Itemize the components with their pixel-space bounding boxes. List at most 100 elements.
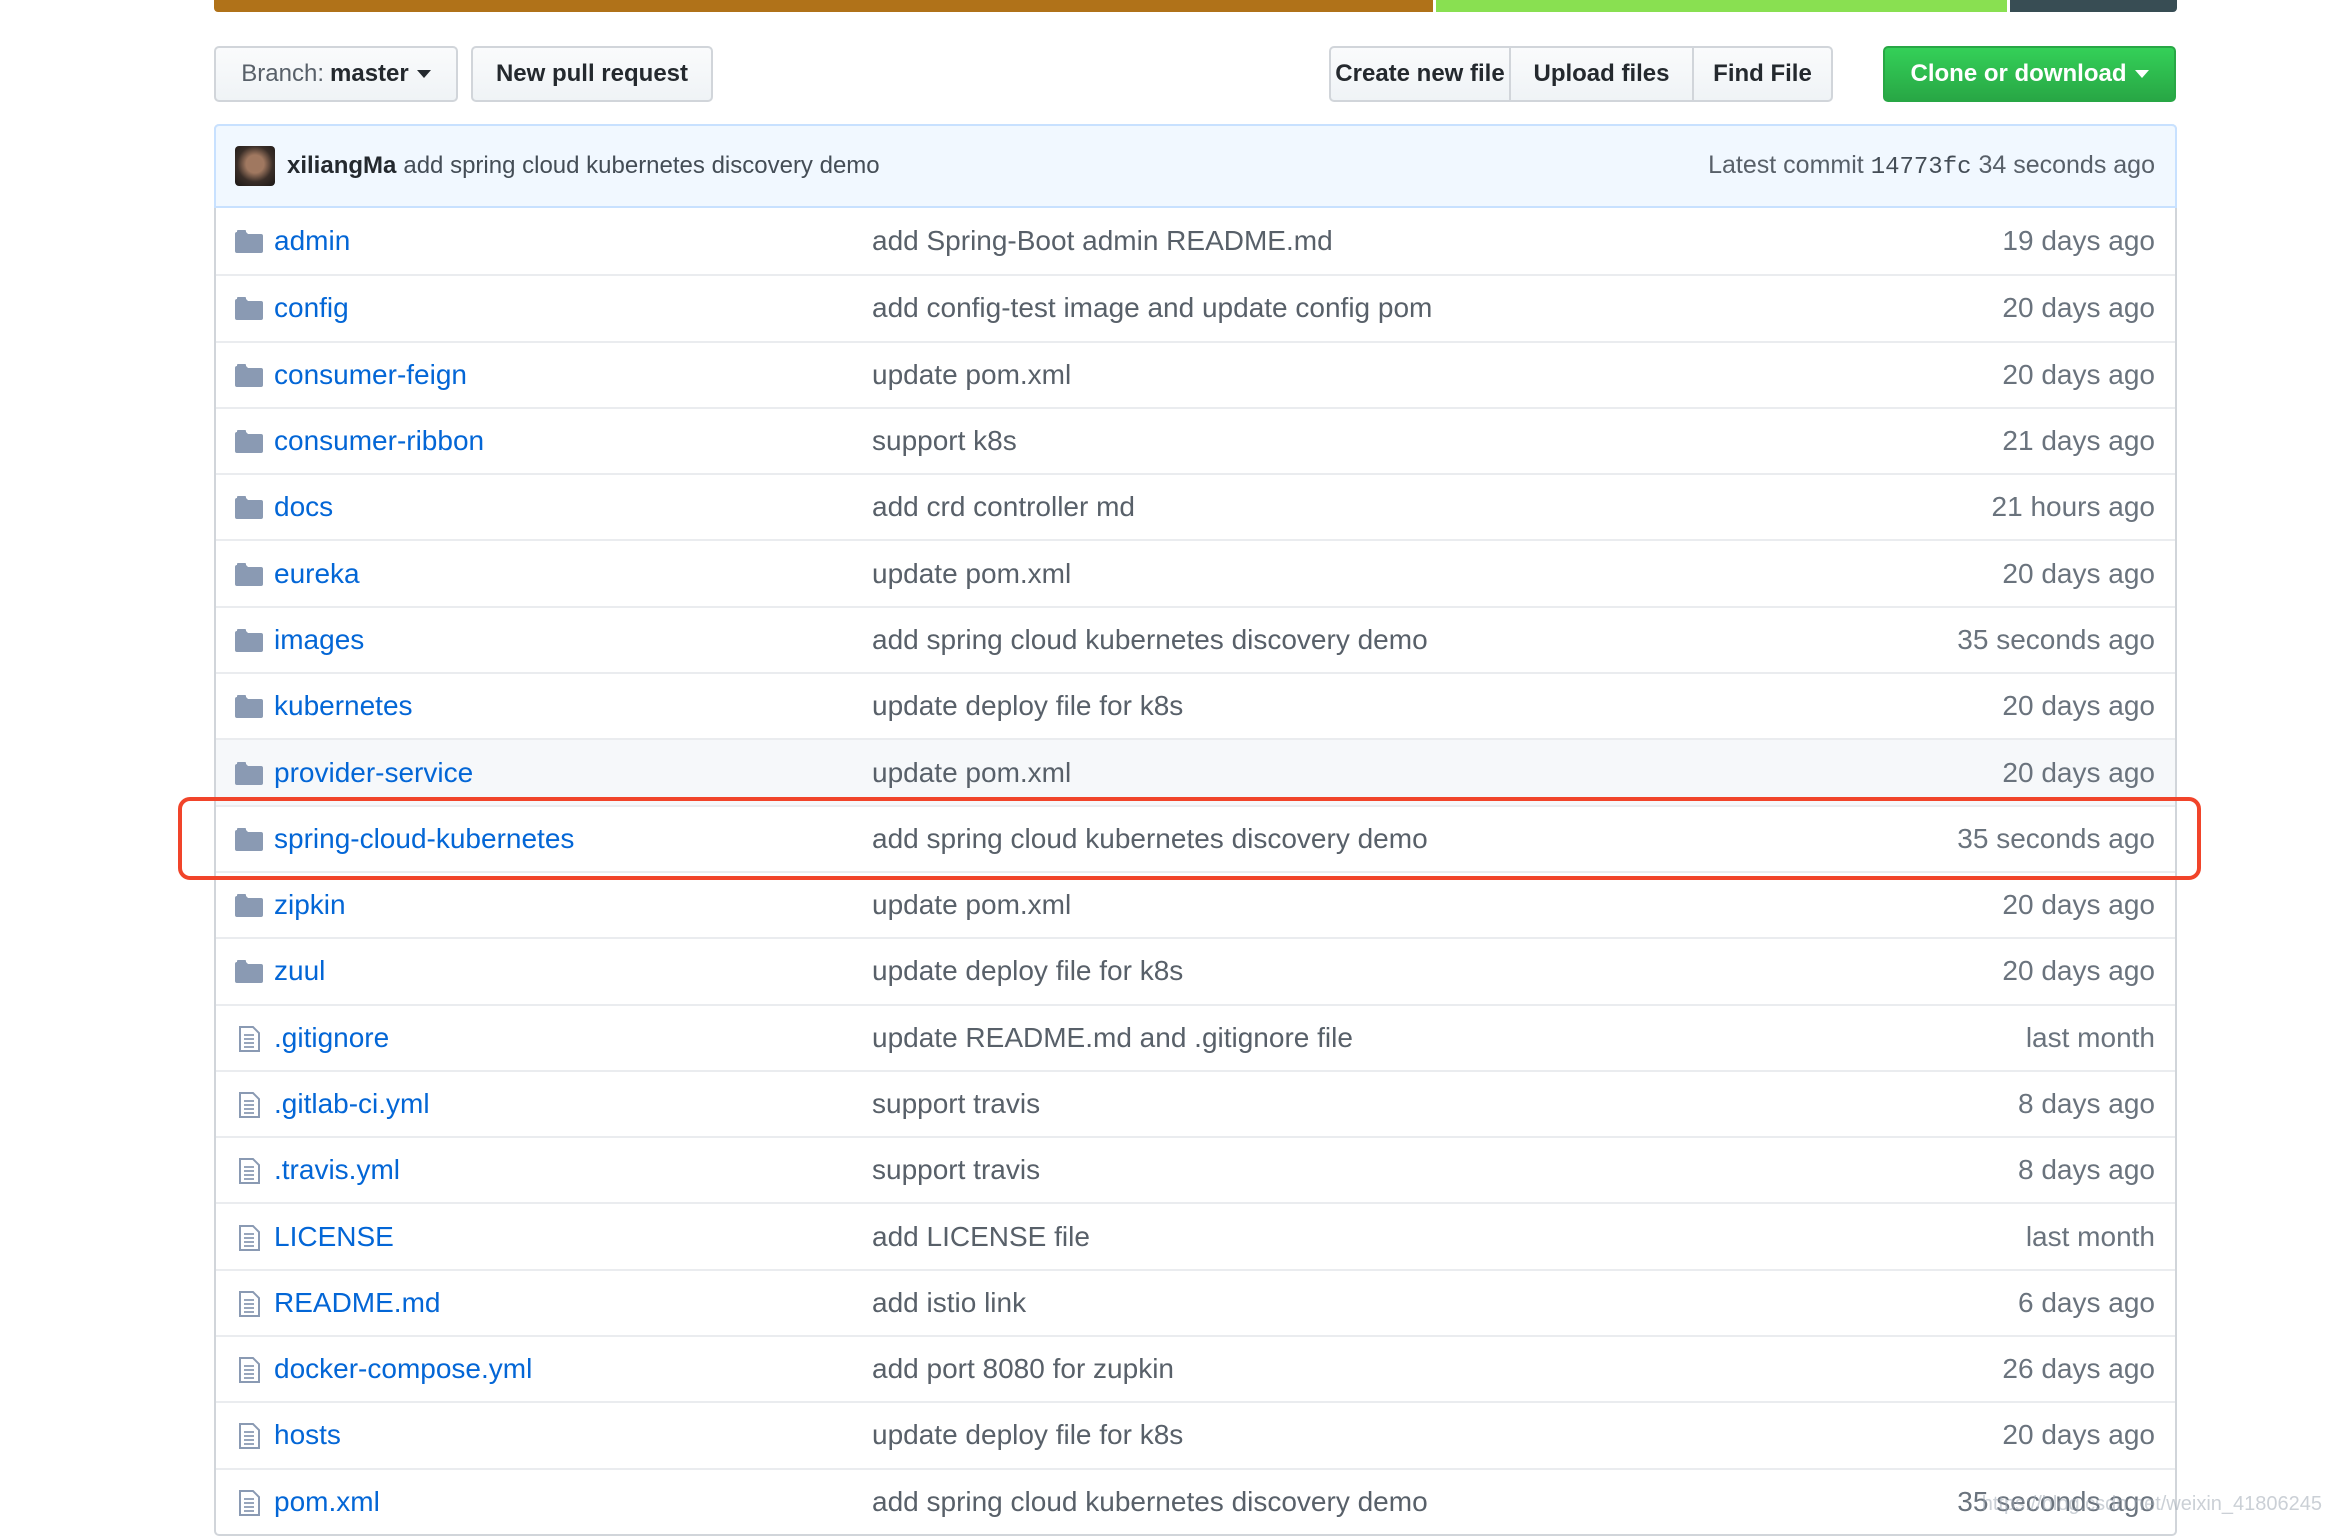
branch-name: master (330, 60, 409, 87)
folder-icon (235, 362, 263, 388)
file-row: eureka update pom.xml 20 days ago (216, 539, 2175, 605)
file-row: spring-cloud-kubernetes add spring cloud … (216, 804, 2175, 871)
commit-message-link[interactable]: add spring cloud kubernetes discovery de… (872, 1486, 1428, 1518)
latest-commit-bar: xiliangMa add spring cloud kubernetes di… (214, 124, 2177, 208)
commit-message-link[interactable]: update pom.xml (872, 889, 1071, 921)
commit-message-link[interactable]: update deploy file for k8s (872, 1419, 1183, 1451)
commit-message-link[interactable]: add istio link (872, 1287, 1026, 1319)
folder-icon (235, 958, 263, 984)
commit-message-link[interactable]: update deploy file for k8s (872, 955, 1183, 987)
file-name-link[interactable]: LICENSE (274, 1221, 394, 1253)
file-name-link[interactable]: docs (274, 491, 333, 523)
file-row: hosts update deploy file for k8s 20 days a… (216, 1401, 2175, 1467)
file-row: images add spring cloud kubernetes discov… (216, 605, 2175, 672)
commit-age: 20 days ago (2002, 1419, 2155, 1451)
file-name-link[interactable]: hosts (274, 1419, 341, 1451)
commit-message-link[interactable]: support k8s (872, 425, 1017, 457)
commit-message-link[interactable]: add spring cloud kubernetes discovery de… (872, 624, 1428, 656)
commit-age: 20 days ago (2002, 955, 2155, 987)
file-icon (235, 1091, 263, 1118)
commit-message-link[interactable]: update pom.xml (872, 359, 1071, 391)
commit-age: 8 days ago (2018, 1088, 2155, 1119)
file-name-link[interactable]: .travis.yml (274, 1154, 400, 1186)
file-name-link[interactable]: kubernetes (274, 690, 413, 722)
folder-icon (235, 693, 263, 719)
commit-message-link[interactable]: update README.md and .gitignore file (872, 1022, 1353, 1054)
commit-message-link[interactable]: add spring cloud kubernetes discovery de… (403, 152, 879, 180)
commit-message-link[interactable]: add crd controller md (872, 491, 1135, 523)
file-name-link[interactable]: docker-compose.yml (274, 1353, 532, 1385)
commit-message-link[interactable]: update pom.xml (872, 558, 1071, 590)
commit-age: 20 days ago (2002, 557, 2155, 589)
commit-message-link[interactable]: add port 8080 for zupkin (872, 1353, 1174, 1385)
file-name-link[interactable]: zipkin (274, 889, 346, 921)
commit-age: 19 days ago (2002, 225, 2155, 257)
commit-age: 20 days ago (2002, 756, 2155, 788)
folder-icon (235, 428, 263, 454)
commit-message-link[interactable]: add config-test image and update config … (872, 292, 1432, 324)
commit-author-link[interactable]: xiliangMa (287, 152, 396, 180)
clone-or-download-button[interactable]: Clone or download (1883, 46, 2176, 102)
commit-age: 20 days ago (2002, 358, 2155, 390)
file-name-link[interactable]: admin (274, 225, 350, 257)
file-name-link[interactable]: .gitignore (274, 1022, 389, 1054)
commit-message-link[interactable]: support travis (872, 1154, 1040, 1186)
upload-files-button[interactable]: Upload files (1509, 48, 1692, 100)
file-row: LICENSE add LICENSE file last month (216, 1202, 2175, 1268)
file-name-link[interactable]: eureka (274, 558, 360, 590)
language-segment-java[interactable] (214, 0, 1434, 12)
file-row: .gitignore update README.md and .gitignor… (216, 1003, 2175, 1070)
folder-icon (235, 892, 263, 918)
file-icon (235, 1224, 263, 1251)
language-bar[interactable] (214, 0, 2177, 12)
folder-icon (235, 494, 263, 520)
language-segment-other[interactable] (2009, 0, 2177, 12)
file-row: .travis.yml support travis 8 days ago (216, 1136, 2175, 1202)
file-name-link[interactable]: consumer-feign (274, 359, 467, 391)
file-row: config add config-test image and update c… (216, 274, 2175, 340)
file-actions-group: Create new file Upload files Find File (1329, 46, 1833, 102)
commit-message-link[interactable]: add LICENSE file (872, 1221, 1090, 1253)
commit-age: 8 days ago (2018, 1154, 2155, 1186)
file-name-link[interactable]: .gitlab-ci.yml (274, 1088, 430, 1120)
file-name-link[interactable]: consumer-ribbon (274, 425, 484, 457)
latest-commit-label: Latest commit (1708, 151, 1864, 179)
file-row: .gitlab-ci.yml support travis 8 days ago (216, 1069, 2175, 1136)
watermark: https://blog.csdn.net/weixin_41806245 (1981, 1493, 2322, 1515)
file-row: pom.xml add spring cloud kubernetes disco… (216, 1467, 2175, 1534)
file-icon (235, 1489, 263, 1516)
caret-down-icon (2134, 70, 2149, 78)
commit-message-link[interactable]: update deploy file for k8s (872, 690, 1183, 722)
file-icon (235, 1356, 263, 1384)
file-row: consumer-feign update pom.xml 20 days ago (216, 340, 2175, 407)
new-pull-request-button[interactable]: New pull request (471, 46, 713, 102)
folder-icon (235, 760, 263, 786)
file-name-link[interactable]: spring-cloud-kubernetes (274, 823, 574, 855)
file-row: docker-compose.yml add port 8080 for zupk… (216, 1335, 2175, 1401)
commit-message-link[interactable]: update pom.xml (872, 757, 1071, 789)
file-name-link[interactable]: README.md (274, 1287, 440, 1319)
commit-age: 6 days ago (2018, 1286, 2155, 1318)
commit-sha-link[interactable]: 14773fc (1871, 154, 1972, 181)
file-row: README.md add istio link 6 days ago (216, 1268, 2175, 1335)
file-name-link[interactable]: config (274, 292, 349, 324)
file-name-link[interactable]: images (274, 624, 364, 656)
commit-age: 21 hours ago (1991, 491, 2155, 523)
find-file-button[interactable]: Find File (1692, 48, 1831, 100)
file-name-link[interactable]: provider-service (274, 757, 473, 789)
commit-age: 21 days ago (2002, 425, 2155, 457)
branch-select-button[interactable]: Branch: master (214, 46, 458, 102)
file-name-link[interactable]: zuul (274, 955, 325, 987)
commit-message-link[interactable]: support travis (872, 1088, 1040, 1120)
commit-time: 34 seconds ago (1978, 151, 2155, 179)
author-avatar[interactable] (235, 146, 275, 186)
commit-message-link[interactable]: add Spring-Boot admin README.md (872, 225, 1333, 257)
commit-message-link[interactable]: add spring cloud kubernetes discovery de… (872, 823, 1428, 855)
file-name-link[interactable]: pom.xml (274, 1486, 380, 1518)
language-segment-shell[interactable] (1436, 0, 2007, 12)
create-new-file-button[interactable]: Create new file (1331, 48, 1509, 100)
commit-age: 26 days ago (2002, 1353, 2155, 1385)
folder-icon (235, 561, 263, 587)
file-icon (235, 1290, 263, 1317)
folder-icon (235, 627, 263, 653)
